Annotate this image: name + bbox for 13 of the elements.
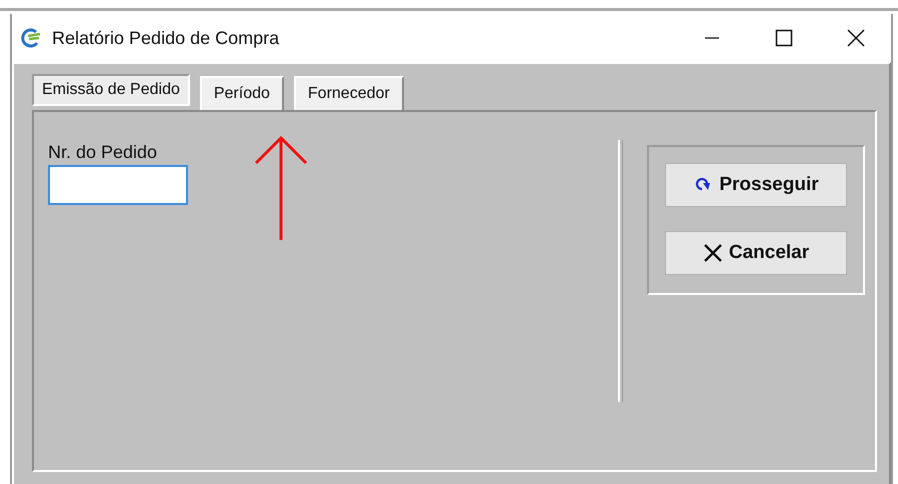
cancel-button[interactable]: Cancelar xyxy=(665,231,847,275)
close-icon xyxy=(847,29,865,47)
order-number-field[interactable] xyxy=(48,165,188,205)
window-title: Relatório Pedido de Compra xyxy=(52,28,280,48)
tab[interactable]: Emissão de Pedido xyxy=(32,74,190,106)
proceed-button[interactable]: Prosseguir xyxy=(665,163,847,207)
x-mark-icon xyxy=(702,243,723,263)
field-label: Nr. do Pedido xyxy=(48,142,158,163)
app-logo-icon xyxy=(20,28,42,48)
tab[interactable]: Período xyxy=(200,76,284,110)
tab[interactable]: Fornecedor xyxy=(294,76,404,110)
maximize-icon xyxy=(775,29,793,47)
minimize-icon xyxy=(704,37,720,39)
